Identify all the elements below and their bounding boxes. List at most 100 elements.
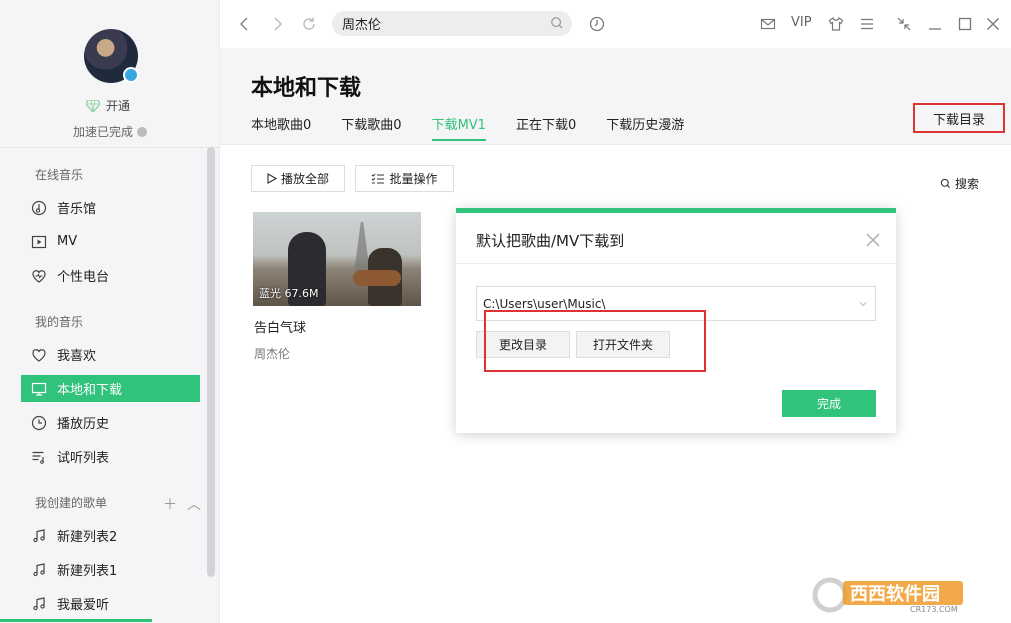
sidebar: 开通 加速已完成 在线音乐 音乐馆 MV 个性电台 我的音乐 我喜欢 本地和下载… [0, 0, 220, 623]
download-location-dialog: 默认把歌曲/MV下载到 C:\Users\user\Music\ 更改目录 打开… [456, 208, 896, 433]
chevron-left-icon [239, 17, 248, 31]
tab-downloading[interactable]: 正在下载0 [516, 114, 576, 141]
tab-downloaded-mv[interactable]: 下载MV1 [431, 114, 487, 141]
diamond-icon [86, 99, 100, 112]
music-note-icon [31, 528, 47, 544]
page-header: 本地和下载 本地歌曲0 下载歌曲0 下载MV1 正在下载0 下载历史漫游 下载目… [220, 48, 1011, 145]
watermark-logo: 西西软件园 CR173.COM [812, 577, 963, 614]
search-icon [940, 178, 951, 189]
mail-button[interactable] [758, 14, 778, 34]
collapse-icon[interactable]: ︿ [187, 494, 201, 514]
menu-button[interactable] [857, 14, 877, 34]
radio-icon [31, 268, 47, 284]
sidebar-item-label: 我最爱听 [57, 598, 110, 613]
refresh-button[interactable] [299, 14, 319, 34]
sidebar-item-favorites[interactable]: 我喜欢 [21, 341, 200, 368]
search-input[interactable] [342, 16, 542, 31]
mv-quality-badge: 蓝光 67.6M [259, 287, 319, 300]
sidebar-item-music-hall[interactable]: 音乐馆 [21, 194, 200, 221]
skin-button[interactable] [826, 14, 846, 34]
music-note-icon [31, 562, 47, 578]
list-icon [31, 449, 47, 465]
play-all-label: 播放全部 [280, 172, 329, 186]
sidebar-item-label: 新建列表1 [57, 564, 118, 579]
mv-icon [31, 234, 47, 250]
accel-check-icon [137, 126, 148, 137]
close-icon [987, 18, 999, 30]
vip-open-link[interactable]: 开通 [86, 97, 130, 114]
sidebar-item-label: 音乐馆 [57, 202, 97, 217]
dialog-divider [456, 263, 896, 264]
vip-button[interactable]: VIP [791, 15, 812, 30]
sidebar-item-label: 本地和下载 [57, 383, 123, 398]
compress-icon [897, 17, 911, 31]
qq-badge-icon [123, 67, 139, 83]
tab-downloaded-songs[interactable]: 下载歌曲0 [341, 114, 401, 141]
play-all-button[interactable]: 播放全部 [251, 165, 345, 192]
sidebar-item-label: 播放历史 [57, 417, 110, 432]
open-folder-button[interactable]: 打开文件夹 [576, 331, 670, 358]
vip-open-label: 开通 [106, 99, 131, 113]
search-label: 搜索 [955, 177, 980, 191]
add-playlist-icon[interactable]: ＋ [163, 494, 177, 514]
back-button[interactable] [235, 14, 255, 34]
done-button[interactable]: 完成 [782, 390, 876, 417]
accel-status: 加速已完成 [73, 123, 148, 140]
clock-icon [31, 415, 47, 431]
section-title-created: 我创建的歌单 [35, 496, 108, 510]
search-box[interactable] [332, 11, 572, 36]
music-note-icon [31, 596, 47, 612]
top-bar: VIP [220, 0, 1011, 48]
chevron-right-icon [274, 17, 283, 31]
menu-icon [861, 18, 873, 30]
tab-bar: 本地歌曲0 下载歌曲0 下载MV1 正在下载0 下载历史漫游 [251, 114, 714, 141]
download-path-select[interactable]: C:\Users\user\Music\ [476, 286, 876, 321]
sidebar-divider [0, 147, 220, 148]
sidebar-scrollbar[interactable] [207, 147, 215, 577]
sidebar-item-label: MV [57, 234, 78, 249]
computer-icon [31, 381, 47, 397]
download-directory-button[interactable]: 下载目录 [913, 103, 1005, 133]
download-path-value: C:\Users\user\Music\ [483, 296, 606, 311]
batch-operation-button[interactable]: 批量操作 [355, 165, 454, 192]
dialog-close-icon[interactable] [866, 233, 880, 247]
sidebar-item-playlist[interactable]: 新建列表1 [21, 556, 200, 583]
sidebar-item-mv[interactable]: MV [21, 228, 200, 255]
search-icon[interactable] [550, 16, 564, 30]
sidebar-item-trial-list[interactable]: 试听列表 [21, 443, 200, 470]
section-title-online: 在线音乐 [35, 168, 84, 182]
minimize-button[interactable] [925, 14, 945, 34]
mv-thumbnail[interactable]: 蓝光 67.6M [253, 212, 421, 306]
sidebar-item-radio[interactable]: 个性电台 [21, 262, 200, 289]
tab-download-history[interactable]: 下载历史漫游 [606, 114, 684, 141]
tab-local-songs[interactable]: 本地歌曲0 [251, 114, 311, 141]
sidebar-item-playlist[interactable]: 我最爱听 [21, 590, 200, 617]
maximize-icon [958, 17, 972, 31]
song-recognition-icon [589, 16, 605, 32]
section-title-mine: 我的音乐 [35, 315, 84, 329]
minimize-icon [929, 28, 941, 30]
recognize-button[interactable] [587, 14, 607, 34]
tshirt-icon [828, 17, 844, 31]
batch-list-icon [372, 173, 385, 184]
watermark-text: 西西软件园 [850, 583, 940, 605]
mail-icon [760, 18, 776, 30]
playlist-controls: ＋ ︿ [163, 494, 201, 514]
accel-label: 加速已完成 [73, 125, 134, 139]
mini-mode-button[interactable] [894, 14, 914, 34]
mv-title[interactable]: 告白气球 [254, 317, 306, 336]
sidebar-item-label: 我喜欢 [57, 349, 97, 364]
sidebar-item-history[interactable]: 播放历史 [21, 409, 200, 436]
forward-button[interactable] [267, 14, 287, 34]
mv-artist[interactable]: 周杰伦 [254, 345, 290, 362]
sidebar-item-label: 试听列表 [57, 451, 110, 466]
music-hall-icon [31, 200, 47, 216]
sidebar-item-local-download[interactable]: 本地和下载 [21, 375, 200, 402]
close-window-button[interactable] [983, 14, 1003, 34]
heart-icon [31, 347, 47, 363]
sidebar-item-playlist[interactable]: 新建列表2 [21, 522, 200, 549]
watermark-sub: CR173.COM [910, 605, 958, 614]
local-search-button[interactable]: 搜索 [940, 175, 979, 192]
change-directory-button[interactable]: 更改目录 [476, 331, 570, 358]
maximize-button[interactable] [955, 14, 975, 34]
